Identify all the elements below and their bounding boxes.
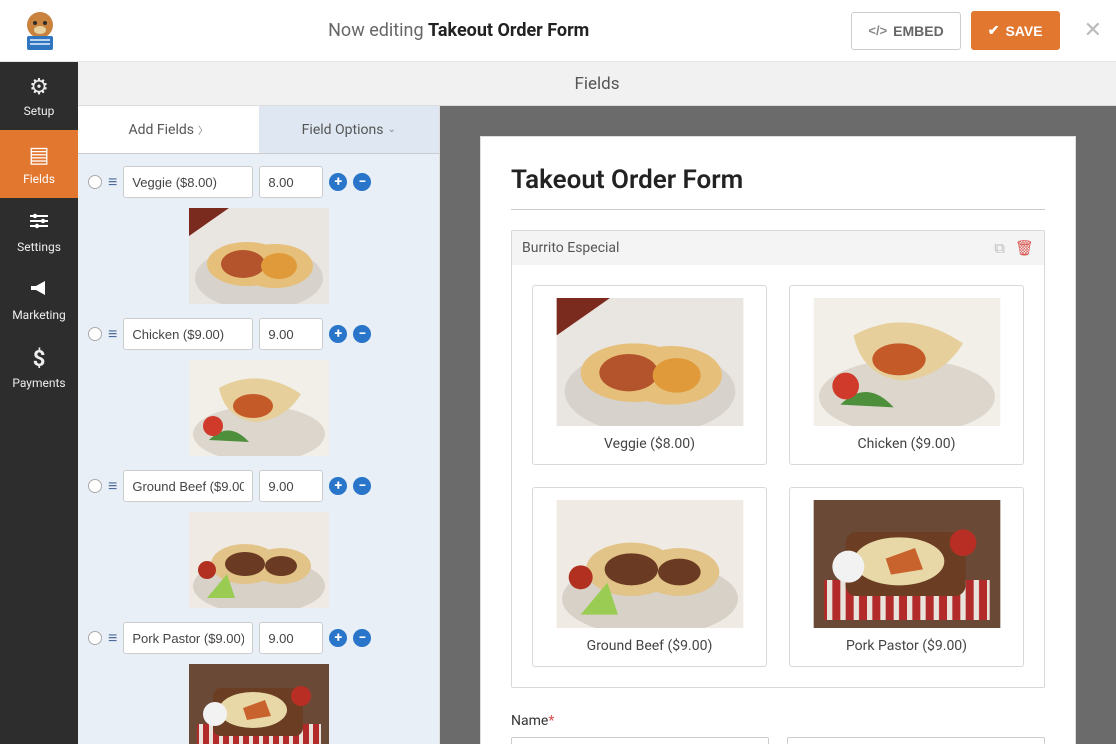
choice-image <box>555 500 745 628</box>
choice-caption: Chicken ($9.00) <box>858 436 956 452</box>
choice-row: ≡ + − <box>88 314 429 354</box>
field-wrapper[interactable]: Burrito Especial ⧉ 🗑 Veggie ($8.00) <box>511 230 1045 688</box>
choice-price-input[interactable] <box>259 318 323 350</box>
nav-settings[interactable]: Settings <box>0 198 78 266</box>
choice-card[interactable]: Pork Pastor ($9.00) <box>789 487 1024 667</box>
first-name-input[interactable] <box>511 737 769 744</box>
tab-add-fields[interactable]: Add Fields〉 <box>78 106 259 154</box>
default-radio[interactable] <box>88 631 102 645</box>
dollar-icon: $ <box>33 347 46 372</box>
choice-caption: Pork Pastor ($9.00) <box>846 638 967 654</box>
remove-choice-button[interactable]: − <box>353 477 371 495</box>
embed-icon: </> <box>868 23 887 38</box>
side-nav: ⚙Setup ▤Fields Settings Marketing $Payme… <box>0 62 78 744</box>
nav-payments[interactable]: $Payments <box>0 334 78 402</box>
default-radio[interactable] <box>88 327 102 341</box>
form-preview[interactable]: Takeout Order Form Burrito Especial ⧉ 🗑 … <box>440 106 1116 744</box>
choice-thumbnail[interactable] <box>189 208 329 304</box>
choice-row: ≡ + − <box>88 618 429 658</box>
choice-label-input[interactable] <box>123 622 253 654</box>
add-choice-button[interactable]: + <box>329 477 347 495</box>
choice-label-input[interactable] <box>123 470 253 502</box>
save-button[interactable]: ✔ SAVE <box>971 11 1060 50</box>
nav-fields[interactable]: ▤Fields <box>0 130 78 198</box>
choice-thumbnail[interactable] <box>189 360 329 456</box>
gear-icon: ⚙ <box>29 75 49 100</box>
list-icon: ▤ <box>29 143 50 168</box>
sliders-icon <box>28 211 50 236</box>
chevron-down-icon: ⌄ <box>387 124 395 135</box>
check-icon: ✔ <box>988 22 1000 39</box>
field-options-panel[interactable]: ≡ + − ≡ + − <box>78 154 439 744</box>
drag-handle-icon[interactable]: ≡ <box>108 324 117 344</box>
choice-row: ≡ + − <box>88 162 429 202</box>
remove-choice-button[interactable]: − <box>353 325 371 343</box>
choice-image <box>812 298 1002 426</box>
tab-field-options[interactable]: Field Options⌄ <box>259 106 440 154</box>
close-icon[interactable]: ✕ <box>1084 18 1102 43</box>
section-title: Fields <box>78 62 1116 106</box>
name-field: Name* <box>511 710 1045 744</box>
field-label: Burrito Especial <box>522 240 984 256</box>
app-logo <box>14 5 66 57</box>
choice-caption: Ground Beef ($9.00) <box>587 638 713 654</box>
name-label: Name* <box>511 713 554 729</box>
bullhorn-icon <box>28 278 50 304</box>
choice-thumbnail[interactable] <box>189 664 329 744</box>
nav-setup[interactable]: ⚙Setup <box>0 62 78 130</box>
add-choice-button[interactable]: + <box>329 325 347 343</box>
choice-label-input[interactable] <box>123 318 253 350</box>
trash-icon[interactable]: 🗑 <box>1015 239 1034 257</box>
drag-handle-icon[interactable]: ≡ <box>108 628 117 648</box>
nav-marketing[interactable]: Marketing <box>0 266 78 334</box>
form-title: Takeout Order Form <box>511 165 1045 195</box>
choice-caption: Veggie ($8.00) <box>604 436 695 452</box>
default-radio[interactable] <box>88 175 102 189</box>
drag-handle-icon[interactable]: ≡ <box>108 476 117 496</box>
choice-price-input[interactable] <box>259 166 323 198</box>
choice-thumbnail[interactable] <box>189 512 329 608</box>
add-choice-button[interactable]: + <box>329 173 347 191</box>
choice-price-input[interactable] <box>259 470 323 502</box>
choice-label-input[interactable] <box>123 166 253 198</box>
remove-choice-button[interactable]: − <box>353 629 371 647</box>
embed-button[interactable]: </> EMBED <box>851 12 960 50</box>
default-radio[interactable] <box>88 479 102 493</box>
choice-image <box>555 298 745 426</box>
choice-card[interactable]: Veggie ($8.00) <box>532 285 767 465</box>
remove-choice-button[interactable]: − <box>353 173 371 191</box>
last-name-input[interactable] <box>787 737 1045 744</box>
add-choice-button[interactable]: + <box>329 629 347 647</box>
choice-row: ≡ + − <box>88 466 429 506</box>
chevron-right-icon: 〉 <box>198 122 208 137</box>
choice-card[interactable]: Chicken ($9.00) <box>789 285 1024 465</box>
editing-title: Now editing Takeout Order Form <box>66 20 851 41</box>
choice-card[interactable]: Ground Beef ($9.00) <box>532 487 767 667</box>
choice-price-input[interactable] <box>259 622 323 654</box>
duplicate-icon[interactable]: ⧉ <box>994 239 1005 257</box>
drag-handle-icon[interactable]: ≡ <box>108 172 117 192</box>
choice-image <box>812 500 1002 628</box>
